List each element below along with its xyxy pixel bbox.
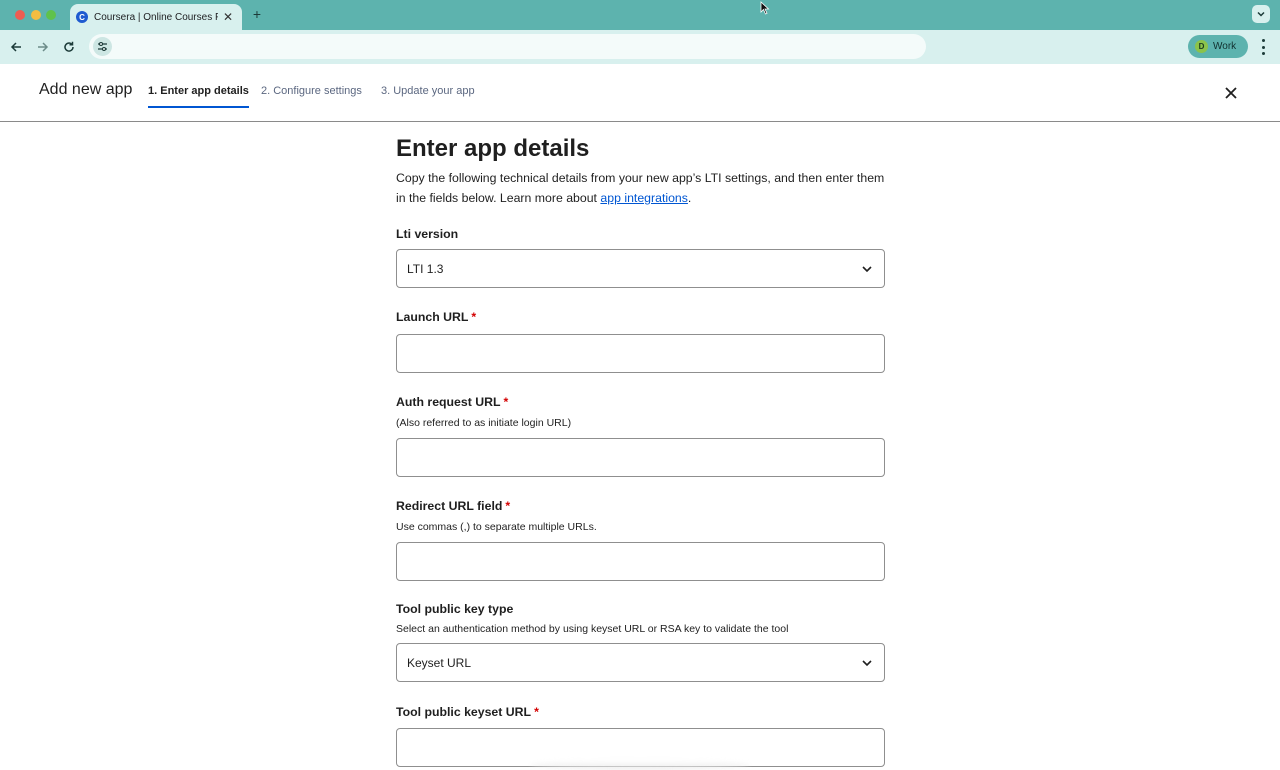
tab-close-icon[interactable]: ✕ bbox=[222, 10, 234, 24]
window-minimize-button[interactable] bbox=[31, 10, 41, 20]
forward-button[interactable] bbox=[34, 38, 52, 56]
tab-search-button[interactable] bbox=[1252, 5, 1270, 23]
redirect-url-input[interactable] bbox=[396, 542, 885, 581]
back-arrow-icon bbox=[10, 42, 21, 52]
required-marker: * bbox=[471, 310, 477, 324]
step-enter-app-details[interactable]: 1. Enter app details bbox=[148, 85, 249, 108]
intro-text-end: . bbox=[687, 191, 692, 205]
chevron-down-icon bbox=[860, 656, 874, 670]
close-icon bbox=[1225, 87, 1237, 99]
profile-button[interactable]: D Work bbox=[1188, 35, 1248, 58]
browser-toolbar: D Work bbox=[0, 30, 1280, 64]
step-configure-settings[interactable]: 2. Configure settings bbox=[261, 85, 362, 108]
redirect-url-label-text: Redirect URL field bbox=[396, 499, 503, 513]
tool-public-key-type-label: Tool public key type bbox=[396, 602, 514, 616]
chevron-down-icon bbox=[860, 262, 874, 276]
auth-request-url-helper: (Also referred to as initiate login URL) bbox=[396, 417, 572, 429]
page-header-title: Add new app bbox=[39, 81, 133, 98]
browser-tab-bar: C Coursera | Online Courses Fro ✕ + bbox=[0, 0, 1280, 30]
tool-public-keyset-url-label: Tool public keyset URL * bbox=[396, 705, 539, 719]
window-close-button[interactable] bbox=[15, 10, 25, 20]
launch-url-label-text: Launch URL bbox=[396, 310, 469, 324]
launch-url-label: Launch URL * bbox=[396, 310, 476, 324]
window-maximize-button[interactable] bbox=[46, 10, 56, 20]
app-header: Add new app 1. Enter app details 2. Conf… bbox=[0, 64, 1280, 122]
tab-title: Coursera | Online Courses Fro bbox=[94, 11, 218, 23]
new-tab-plus-icon[interactable]: + bbox=[250, 6, 264, 22]
auth-request-url-label-text: Auth request URL bbox=[396, 395, 501, 409]
step-update-your-app[interactable]: 3. Update your app bbox=[381, 85, 475, 108]
auth-request-url-input[interactable] bbox=[396, 438, 885, 477]
required-marker: * bbox=[505, 499, 511, 513]
browser-tab-coursera[interactable]: C Coursera | Online Courses Fro ✕ bbox=[70, 4, 242, 30]
tool-public-key-type-select[interactable]: Keyset URL bbox=[396, 643, 885, 682]
profile-label: Work bbox=[1213, 41, 1237, 52]
launch-url-input[interactable] bbox=[396, 334, 885, 373]
mouse-cursor-icon bbox=[760, 1, 770, 15]
browser-menu-kebab-icon[interactable] bbox=[1258, 39, 1268, 55]
app-integrations-link[interactable]: app integrations bbox=[600, 191, 688, 205]
lti-version-value: LTI 1.3 bbox=[407, 261, 444, 276]
forward-arrow-icon bbox=[38, 42, 49, 52]
lti-version-select[interactable]: LTI 1.3 bbox=[396, 249, 885, 288]
address-bar[interactable] bbox=[89, 34, 926, 59]
lti-version-label: Lti version bbox=[396, 227, 459, 241]
redirect-url-helper: Use commas (,) to separate multiple URLs… bbox=[396, 521, 597, 533]
required-marker: * bbox=[503, 395, 509, 409]
coursera-favicon-icon: C bbox=[76, 11, 88, 23]
profile-avatar: D bbox=[1195, 40, 1208, 53]
page-title: Enter app details bbox=[396, 135, 590, 162]
scroll-shadow bbox=[530, 760, 750, 770]
reload-icon bbox=[64, 41, 74, 52]
intro-text: Copy the following technical details fro… bbox=[396, 168, 888, 208]
back-button[interactable] bbox=[7, 38, 25, 56]
required-marker: * bbox=[534, 705, 539, 719]
reload-button[interactable] bbox=[60, 38, 78, 56]
site-settings-icon[interactable] bbox=[93, 37, 112, 56]
tool-public-key-type-value: Keyset URL bbox=[407, 655, 472, 670]
close-button[interactable] bbox=[1222, 84, 1240, 102]
tool-public-keyset-url-label-text: Tool public keyset URL bbox=[396, 705, 532, 719]
redirect-url-label: Redirect URL field * bbox=[396, 499, 510, 513]
auth-request-url-label: Auth request URL * bbox=[396, 395, 508, 409]
chevron-down-icon bbox=[1257, 11, 1265, 17]
tool-public-key-type-helper: Select an authentication method by using… bbox=[396, 623, 789, 635]
